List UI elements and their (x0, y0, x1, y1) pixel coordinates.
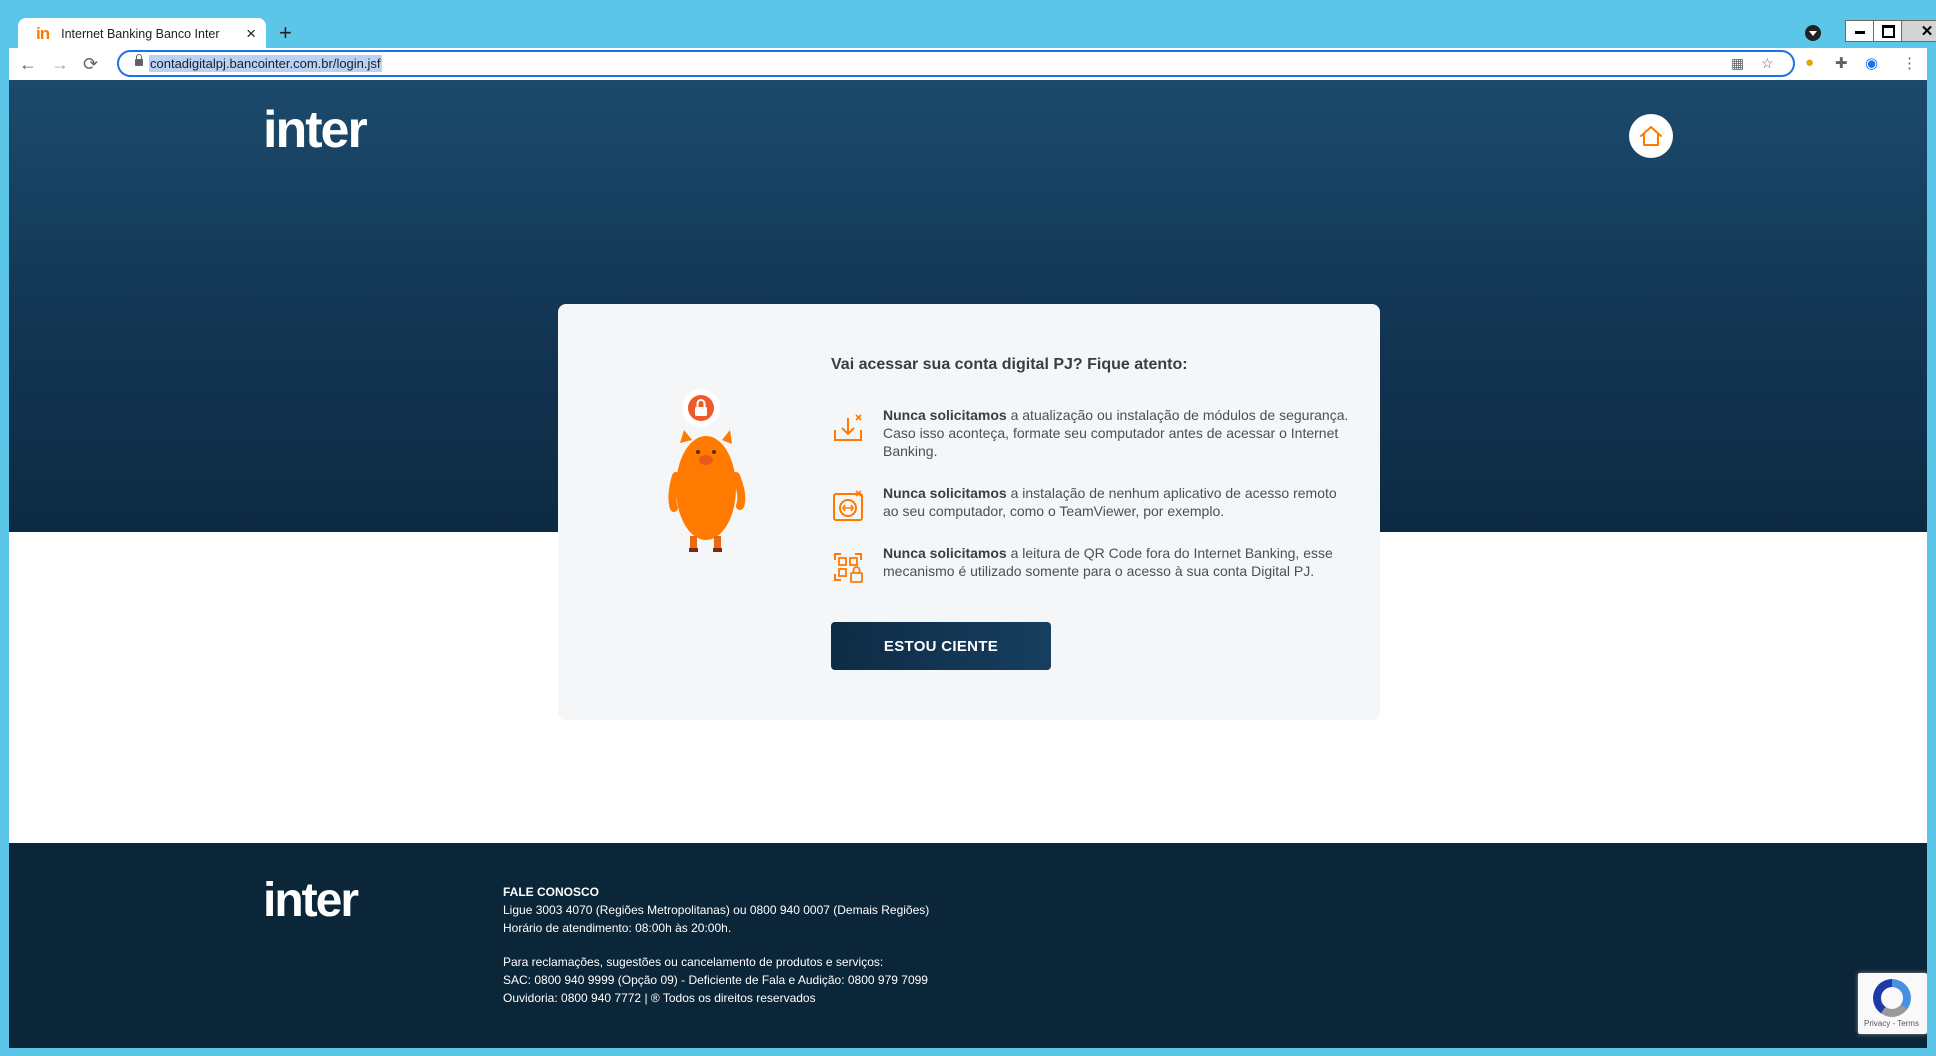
forward-arrow-icon[interactable]: → (51, 52, 69, 76)
inter-logo[interactable]: inter (263, 100, 368, 160)
extension-person-icon[interactable]: ● (1805, 54, 1814, 71)
tab-favicon: in (36, 24, 50, 43)
recaptcha-links[interactable]: Privacy - Terms (1864, 1019, 1919, 1028)
bookmark-star-icon[interactable]: ☆ (1761, 55, 1774, 72)
address-bar[interactable]: contadigitalpj.bancointer.com.br/login.j… (117, 50, 1795, 77)
notice-item-text: Nunca solicitamos a instalação de nenhum… (883, 484, 1351, 524)
footer: inter FALE CONOSCO Ligue 3003 4070 (Regi… (9, 843, 1927, 1048)
url-text[interactable]: contadigitalpj.bancointer.com.br/login.j… (149, 55, 382, 72)
contact-phone-line: Ligue 3003 4070 (Regiões Metropolitanas)… (503, 903, 930, 917)
browser-toolbar: ← → ⟳ contadigitalpj.bancointer.com.br/l… (9, 48, 1927, 80)
ombudsman-line: Ouvidoria: 0800 940 7772 | ® Todos os di… (503, 991, 816, 1005)
tab-title: Internet Banking Banco Inter (61, 27, 220, 41)
window-frame (0, 0, 9, 1056)
notice-item-bold: Nunca solicitamos (883, 407, 1007, 423)
notice-item: Nunca solicitamos a atualização ou insta… (831, 406, 1351, 460)
tab-search-dropdown-icon[interactable] (1805, 25, 1821, 41)
pig-mascot-illustration (668, 389, 746, 552)
extensions-puzzle-icon[interactable]: ✚ (1835, 54, 1848, 72)
os-taskbar (0, 1048, 1936, 1056)
notice-title: Vai acessar sua conta digital PJ? Fique … (831, 356, 1188, 373)
notice-item: Nunca solicitamos a instalação de nenhum… (831, 484, 1351, 524)
sac-line: SAC: 0800 940 9999 (Opção 09) - Deficien… (503, 973, 928, 987)
estou-ciente-button[interactable]: ESTOU CIENTE (831, 622, 1051, 670)
recaptcha-badge[interactable]: Privacy - Terms (1858, 973, 1927, 1034)
notice-item-bold: Nunca solicitamos (883, 545, 1007, 561)
page-content: inter Vai acessar sua conta digital PJ? … (9, 80, 1927, 1048)
qr-code-icon[interactable]: ▦ (1731, 55, 1744, 72)
maximize-button[interactable] (1873, 20, 1903, 42)
tab-strip: in Internet Banking Banco Inter × + ✕ (9, 10, 1936, 50)
contact-heading: FALE CONOSCO (503, 885, 600, 899)
new-tab-button[interactable]: + (279, 21, 292, 45)
complaints-line: Para reclamações, sugestões ou cancelame… (503, 955, 884, 969)
browser-tab[interactable]: in Internet Banking Banco Inter × (18, 18, 266, 50)
back-arrow-icon[interactable]: ← (19, 52, 37, 76)
security-notice-card: Vai acessar sua conta digital PJ? Fique … (558, 304, 1380, 720)
contact-hours-line: Horário de atendimento: 08:00h às 20:00h… (503, 921, 732, 935)
lock-icon (135, 54, 143, 66)
notice-item-text: Nunca solicitamos a atualização ou insta… (883, 406, 1351, 460)
reload-icon[interactable]: ⟳ (83, 52, 98, 76)
browser-window: in Internet Banking Banco Inter × + ✕ ← … (0, 0, 1936, 1056)
profile-avatar-icon[interactable]: ◉ (1865, 54, 1878, 72)
notice-item-text: Nunca solicitamos a leitura de QR Code f… (883, 544, 1351, 584)
close-window-button[interactable]: ✕ (1901, 20, 1936, 42)
notice-item: Nunca solicitamos a leitura de QR Code f… (831, 544, 1351, 584)
recaptcha-icon (1873, 979, 1911, 1017)
qr-lock-icon (834, 553, 863, 583)
home-icon (1640, 126, 1662, 146)
notice-item-bold: Nunca solicitamos (883, 485, 1007, 501)
footer-inter-logo[interactable]: inter (263, 873, 359, 928)
contact-info: FALE CONOSCO Ligue 3003 4070 (Regiões Me… (503, 883, 929, 1007)
remote-access-x-icon (833, 490, 863, 521)
download-x-icon (834, 414, 862, 441)
menu-kebab-icon[interactable]: ⋮ (1902, 54, 1917, 72)
home-button[interactable] (1629, 114, 1673, 158)
minimize-button[interactable] (1845, 20, 1875, 42)
tab-close-icon[interactable]: × (246, 24, 256, 44)
